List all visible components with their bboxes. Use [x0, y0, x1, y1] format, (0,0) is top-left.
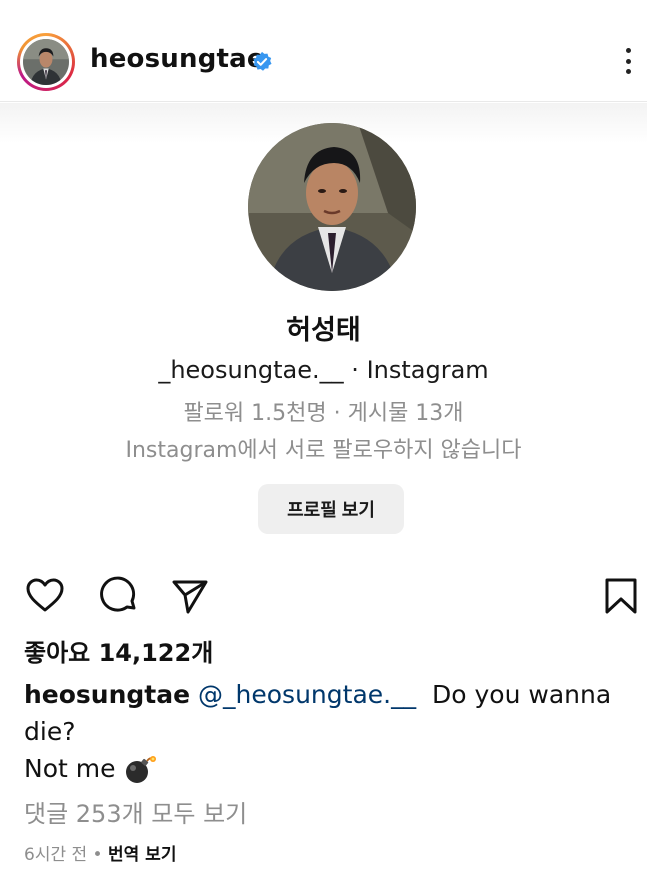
- post-caption: heosungtae @_heosungtae.__ Do you wanna …: [24, 676, 634, 787]
- caption-line-2: Not me: [24, 750, 634, 787]
- bookmark-icon[interactable]: [601, 576, 641, 616]
- send-icon[interactable]: [170, 576, 210, 616]
- bomb-emoji-icon: [126, 756, 157, 783]
- profile-handle[interactable]: _heosungtae.__: [158, 356, 343, 384]
- profile-display-name: 허성태: [286, 315, 361, 346]
- caption-mention[interactable]: @_heosungtae.__: [198, 680, 416, 709]
- profile-avatar-large[interactable]: [248, 123, 416, 291]
- story-avatar-ring[interactable]: [17, 33, 75, 91]
- post-timestamp: 6시간 전: [24, 845, 88, 865]
- follow-status: Instagram에서 서로 팔로우하지 않습니다: [125, 438, 522, 463]
- profile-handle-line: _heosungtae.__ · Instagram: [0, 356, 647, 384]
- profile-stats: 팔로워 1.5천명 · 게시물 13개: [183, 401, 464, 426]
- translate-link[interactable]: 번역 보기: [108, 845, 176, 865]
- likes-count[interactable]: 좋아요 14,122개: [24, 633, 213, 668]
- platform-label: Instagram: [366, 356, 489, 384]
- post-author-username[interactable]: heosungtae: [90, 44, 265, 74]
- caption-text-2: Not me: [24, 754, 116, 783]
- avatar: [23, 39, 69, 85]
- comment-icon[interactable]: [99, 576, 139, 616]
- more-dot: [625, 69, 631, 74]
- view-all-comments-link[interactable]: 댓글 253개 모두 보기: [24, 794, 247, 829]
- more-vertical-icon[interactable]: [616, 45, 640, 77]
- story-avatar-inner: [20, 36, 72, 88]
- meta-dot: •: [92, 845, 103, 865]
- post-header: heosungtae: [0, 0, 647, 102]
- caption-username[interactable]: heosungtae: [24, 680, 190, 709]
- profile-photo-icon: [248, 123, 416, 291]
- post-meta: 6시간 전 • 번역 보기: [24, 840, 176, 865]
- verified-badge-icon: [253, 51, 272, 71]
- view-profile-button[interactable]: 프로필 보기: [258, 484, 404, 534]
- heart-icon[interactable]: [25, 576, 65, 616]
- more-dot: [625, 48, 631, 53]
- handle-separator: ·: [351, 356, 359, 384]
- more-dot: [625, 58, 631, 64]
- avatar-photo-icon: [23, 39, 69, 85]
